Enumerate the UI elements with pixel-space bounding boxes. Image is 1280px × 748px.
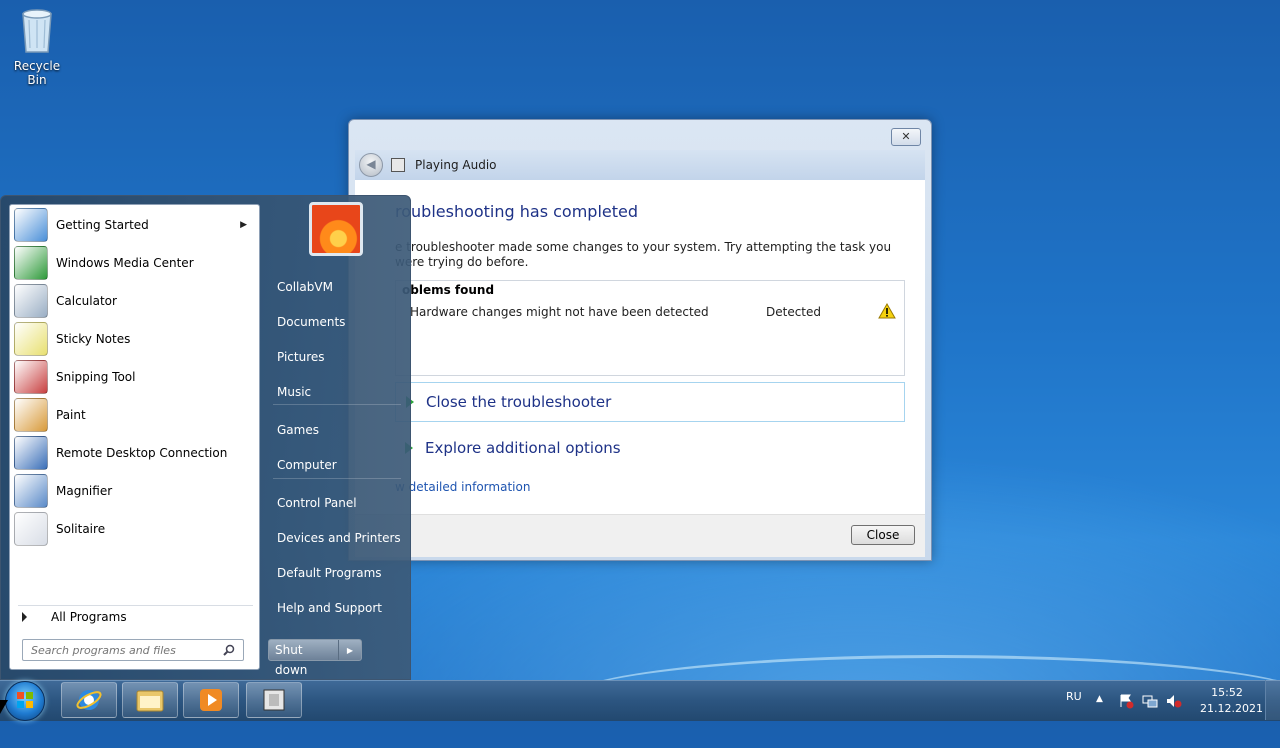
- program-label: Remote Desktop Connection: [56, 446, 228, 460]
- program-item[interactable]: Getting Started ▶: [12, 207, 257, 243]
- start-place-item[interactable]: Help and Support: [267, 593, 407, 623]
- window-close-button[interactable]: ✕: [891, 128, 921, 146]
- program-item[interactable]: Paint: [12, 397, 257, 433]
- option-label: Explore additional options: [425, 439, 621, 457]
- programs-list: Getting Started ▶ Windows Media Center Calc…: [9, 204, 260, 670]
- remote-desktop-icon: [14, 436, 48, 470]
- program-label: Snipping Tool: [56, 370, 136, 384]
- taskbar-explorer[interactable]: [122, 682, 178, 718]
- explore-options-option[interactable]: Explore additional options: [395, 428, 905, 468]
- menu-separator: [273, 478, 401, 479]
- show-desktop-button[interactable]: [1265, 680, 1280, 720]
- program-label: Calculator: [56, 294, 117, 308]
- problems-panel: oblems found Hardware changes might not …: [395, 280, 905, 376]
- view-detailed-information-link[interactable]: w detailed information: [395, 480, 530, 494]
- window-body: roubleshooting has completed e troublesh…: [355, 180, 925, 514]
- network-icon[interactable]: [1142, 693, 1158, 709]
- recycle-bin[interactable]: Recycle Bin: [4, 6, 70, 87]
- all-programs-label: All Programs: [51, 610, 127, 624]
- language-indicator[interactable]: RU: [1066, 690, 1082, 730]
- paint-icon: [14, 398, 48, 432]
- close-troubleshooter-option[interactable]: Close the troubleshooter: [395, 382, 905, 422]
- clock[interactable]: 15:52 21.12.2021: [1200, 686, 1263, 726]
- program-item[interactable]: Solitaire: [12, 511, 257, 547]
- search-icon: [223, 644, 235, 656]
- windows-logo-icon: [17, 692, 33, 708]
- start-place-item[interactable]: Devices and Printers: [267, 523, 407, 553]
- shutdown-button[interactable]: Shut down ▶: [268, 639, 362, 677]
- troubleshooter-window: ✕ ◀ Playing Audio roubleshooting has com…: [348, 119, 932, 561]
- solitaire-icon: [14, 512, 48, 546]
- media-center-icon: [14, 246, 48, 280]
- start-place-item[interactable]: Games: [267, 415, 407, 445]
- program-label: Getting Started: [56, 218, 149, 232]
- sticky-notes-icon: [14, 322, 48, 356]
- nav-title: Playing Audio: [415, 158, 497, 172]
- program-item[interactable]: Magnifier: [12, 473, 257, 509]
- snipping-tool-icon: [14, 360, 48, 394]
- getting-started-icon: [14, 208, 48, 242]
- start-place-item[interactable]: Default Programs: [267, 558, 407, 588]
- taskbar-troubleshooter[interactable]: [246, 682, 302, 718]
- action-center-icon[interactable]: [1118, 693, 1134, 709]
- search-input[interactable]: [29, 642, 223, 658]
- option-label: Close the troubleshooter: [426, 393, 612, 411]
- search-box[interactable]: [22, 639, 244, 661]
- start-place-item[interactable]: Pictures: [267, 342, 407, 372]
- window-nav-bar: ◀ Playing Audio: [355, 150, 925, 180]
- troubleshooter-icon: [263, 689, 285, 711]
- start-place-item[interactable]: Control Panel: [267, 488, 407, 518]
- start-place-item[interactable]: Documents: [267, 307, 407, 337]
- calculator-icon: [14, 284, 48, 318]
- user-picture[interactable]: [309, 202, 363, 256]
- close-button[interactable]: Close: [851, 525, 915, 545]
- mouse-cursor: [0, 700, 8, 714]
- shutdown-options-arrow[interactable]: ▶: [339, 646, 361, 655]
- internet-explorer-icon: [76, 690, 102, 710]
- clock-time: 15:52: [1211, 686, 1243, 699]
- back-button[interactable]: ◀: [359, 153, 383, 177]
- program-item[interactable]: Calculator: [12, 283, 257, 319]
- program-item[interactable]: Windows Media Center: [12, 245, 257, 281]
- description-text: e troubleshooter made some changes to yo…: [395, 240, 892, 269]
- magnifier-icon: [14, 474, 48, 508]
- program-label: Sticky Notes: [56, 332, 131, 346]
- folder-icon: [136, 690, 164, 712]
- volume-muted-icon[interactable]: [1166, 693, 1182, 709]
- program-item[interactable]: Remote Desktop Connection: [12, 435, 257, 471]
- problems-header: oblems found: [402, 283, 495, 297]
- triangle-right-icon: [22, 612, 27, 622]
- taskbar-internet-explorer[interactable]: [61, 682, 117, 718]
- start-menu: Getting Started ▶ Windows Media Center Calc…: [0, 195, 411, 680]
- menu-separator: [273, 404, 401, 405]
- taskbar-media-player[interactable]: [183, 682, 239, 718]
- troubleshooter-icon: [391, 158, 405, 172]
- program-label: Paint: [56, 408, 86, 422]
- clock-date: 21.12.2021: [1200, 702, 1263, 715]
- recycle-bin-icon: [22, 9, 52, 53]
- program-label: Solitaire: [56, 522, 106, 536]
- page-heading: roubleshooting has completed: [395, 202, 639, 221]
- shutdown-label: Shut down: [269, 640, 339, 677]
- start-button[interactable]: [5, 681, 45, 721]
- all-programs-button[interactable]: All Programs: [18, 605, 253, 628]
- start-place-item[interactable]: Music: [267, 377, 407, 407]
- window-footer: Close: [355, 514, 925, 557]
- problem-text: Hardware changes might not have been det…: [410, 305, 709, 319]
- program-label: Windows Media Center: [56, 256, 194, 270]
- program-item[interactable]: Snipping Tool: [12, 359, 257, 395]
- start-place-item[interactable]: CollabVM: [267, 272, 407, 302]
- program-item[interactable]: Sticky Notes: [12, 321, 257, 357]
- submenu-arrow-icon: ▶: [240, 220, 247, 230]
- media-player-icon: [200, 689, 222, 711]
- start-place-item[interactable]: Computer: [267, 450, 407, 480]
- recycle-bin-label: Recycle Bin: [13, 59, 61, 87]
- show-hidden-icons-button[interactable]: ▲: [1096, 694, 1103, 734]
- problem-status: Detected: [766, 305, 822, 319]
- program-label: Magnifier: [56, 484, 113, 498]
- warning-icon: [878, 303, 896, 319]
